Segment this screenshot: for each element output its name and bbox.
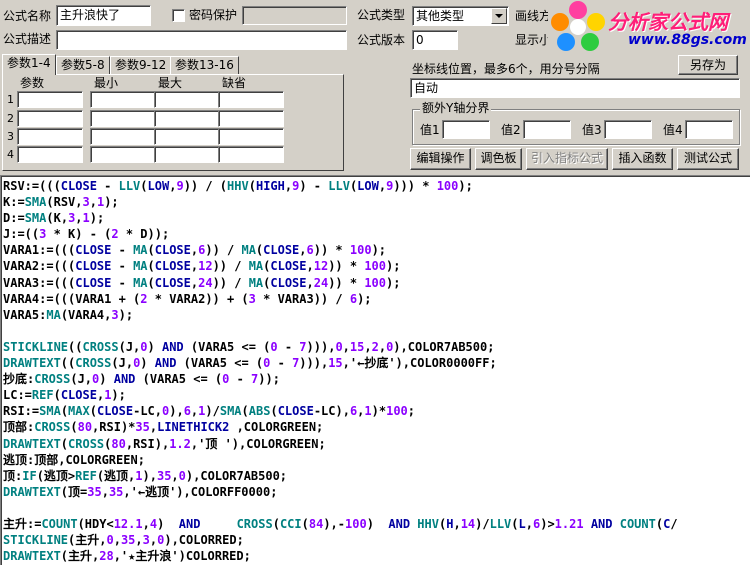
param-1-min-input[interactable] — [90, 91, 156, 108]
tab-params-9-12[interactable]: 参数9-12 — [110, 56, 172, 74]
formula-version-label: 公式版本 — [357, 33, 406, 47]
import-indicator-button[interactable]: 引入指标公式 — [526, 148, 608, 170]
code-line[interactable] — [3, 323, 750, 339]
value-4-label: 值4 — [663, 123, 683, 137]
param-3-default-input[interactable] — [218, 128, 284, 145]
code-line[interactable]: RSV:=(((CLOSE - LLV(LOW,9)) / (HHV(HIGH,… — [3, 178, 750, 194]
formula-name-input[interactable]: 主升浪快了 — [56, 5, 151, 26]
code-line[interactable]: DRAWTEXT(顶=35,35,'←逃顶'),COLORFF0000; — [3, 484, 750, 500]
param-row-num: 3 — [7, 130, 14, 143]
code-line[interactable]: 顶部:CROSS(80,RSI)*35,LINETHICK2 ,COLORGRE… — [3, 419, 750, 435]
param-2-default-input[interactable] — [218, 110, 284, 127]
value-4-input[interactable] — [685, 120, 733, 139]
param-row-num: 4 — [7, 148, 14, 161]
param-header-min: 最小 — [94, 76, 119, 90]
param-header-max: 最大 — [158, 76, 183, 90]
site-logo: 分析家公式网 www.88gs.com — [548, 0, 750, 52]
code-line[interactable]: D:=SMA(K,3,1); — [3, 210, 750, 226]
code-line[interactable]: STICKLINE(主升,0,35,3,0),COLORRED; — [3, 532, 750, 548]
formula-type-label: 公式类型 — [357, 8, 406, 22]
formula-desc-input[interactable] — [56, 30, 347, 50]
code-line[interactable]: RSI:=SMA(MAX(CLOSE-LC,0),6,1)/SMA(ABS(CL… — [3, 403, 750, 419]
value-1-input[interactable] — [442, 120, 490, 139]
value-2-input[interactable] — [523, 120, 571, 139]
draw-method-label: 画线方 — [515, 9, 552, 23]
coord-line-input[interactable]: 自动 — [410, 78, 740, 98]
value-1-label: 值1 — [420, 123, 440, 137]
flower-logo-icon — [551, 1, 605, 51]
code-line[interactable]: VARA3:=(((CLOSE - MA(CLOSE,24)) / MA(CLO… — [3, 275, 750, 291]
code-line[interactable] — [3, 500, 750, 516]
coord-line-label: 坐标线位置，最多6个，用分号分隔 — [412, 62, 600, 76]
param-1-max-input[interactable] — [154, 91, 220, 108]
param-4-max-input[interactable] — [154, 146, 220, 163]
code-line[interactable]: 顶:IF(逃顶>REF(逃顶,1),35,0),COLOR7AB500; — [3, 468, 750, 484]
code-line[interactable]: VARA4:=(((VARA1 + (2 * VARA2)) + (3 * VA… — [3, 291, 750, 307]
value-2-label: 值2 — [501, 123, 521, 137]
edit-operation-button[interactable]: 编辑操作 — [410, 148, 471, 170]
param-row-num: 2 — [7, 112, 14, 125]
code-line[interactable]: VARA5:MA(VARA4,3); — [3, 307, 750, 323]
formula-version-input[interactable]: 0 — [412, 30, 458, 50]
code-line[interactable]: J:=((3 * K) - (2 * D)); — [3, 226, 750, 242]
code-line[interactable]: DRAWTEXT(CROSS(80,RSI),1.2,'顶 '),COLORGR… — [3, 436, 750, 452]
param-1-name-input[interactable] — [17, 91, 83, 108]
logo-url: www.88gs.com — [628, 32, 747, 48]
tab-params-5-8[interactable]: 参数5-8 — [56, 56, 110, 74]
param-3-min-input[interactable] — [90, 128, 156, 145]
code-line[interactable]: K:=SMA(RSV,3,1); — [3, 194, 750, 210]
password-label: 密码保护 — [189, 8, 238, 22]
formula-type-select[interactable]: 其他类型 — [412, 6, 509, 26]
param-1-default-input[interactable] — [218, 91, 284, 108]
code-line[interactable]: LC:=REF(CLOSE,1); — [3, 387, 750, 403]
formula-desc-label: 公式描述 — [3, 32, 52, 46]
param-2-min-input[interactable] — [90, 110, 156, 127]
formula-type-value: 其他类型 — [416, 9, 465, 23]
tab-params-1-4[interactable]: 参数1-4 — [2, 54, 56, 75]
password-input[interactable] — [242, 6, 347, 25]
code-line[interactable]: STICKLINE((CROSS(J,0) AND (VARA5 <= (0 -… — [3, 339, 750, 355]
value-3-input[interactable] — [604, 120, 652, 139]
param-3-max-input[interactable] — [154, 128, 220, 145]
tab-params-13-16[interactable]: 参数13-16 — [170, 56, 239, 74]
save-as-button[interactable]: 另存为 — [678, 55, 738, 75]
code-line[interactable]: DRAWTEXT(主升,28,'★主升浪')COLORRED; — [3, 548, 750, 564]
code-line[interactable]: VARA1:=(((CLOSE - MA(CLOSE,6)) / MA(CLOS… — [3, 242, 750, 258]
extra-y-axis-title: 额外Y轴分界 — [420, 101, 492, 116]
value-3-label: 值3 — [582, 123, 602, 137]
param-3-name-input[interactable] — [17, 128, 83, 145]
code-line[interactable]: DRAWTEXT((CROSS(J,0) AND (VARA5 <= (0 - … — [3, 355, 750, 371]
formula-name-label: 公式名称 — [3, 9, 52, 23]
palette-button[interactable]: 调色板 — [475, 148, 522, 170]
param-header-name: 参数 — [20, 76, 45, 90]
param-2-max-input[interactable] — [154, 110, 220, 127]
param-2-name-input[interactable] — [17, 110, 83, 127]
insert-function-button[interactable]: 插入函数 — [612, 148, 673, 170]
param-4-name-input[interactable] — [17, 146, 83, 163]
code-line[interactable]: 抄底:CROSS(J,0) AND (VARA5 <= (0 - 7)); — [3, 371, 750, 387]
param-header-default: 缺省 — [222, 76, 247, 90]
logo-title: 分析家公式网 — [608, 10, 728, 34]
code-line[interactable]: VARA2:=(((CLOSE - MA(CLOSE,12)) / MA(CLO… — [3, 258, 750, 274]
show-label: 显示小 — [515, 33, 552, 47]
code-line[interactable]: 逃顶:顶部,COLORGREEN; — [3, 452, 750, 468]
password-checkbox[interactable] — [172, 9, 185, 22]
test-formula-button[interactable]: 测试公式 — [677, 148, 739, 170]
param-row-num: 1 — [7, 93, 14, 106]
param-4-default-input[interactable] — [218, 146, 284, 163]
formula-editor[interactable]: RSV:=(((CLOSE - LLV(LOW,9)) / (HHV(HIGH,… — [0, 175, 750, 565]
chevron-down-icon[interactable] — [491, 8, 507, 24]
param-4-min-input[interactable] — [90, 146, 156, 163]
formula-code[interactable]: RSV:=(((CLOSE - LLV(LOW,9)) / (HHV(HIGH,… — [3, 178, 750, 564]
code-line[interactable]: 主升:=COUNT(HDY<12.1,4) AND CROSS(CCI(84),… — [3, 516, 750, 532]
